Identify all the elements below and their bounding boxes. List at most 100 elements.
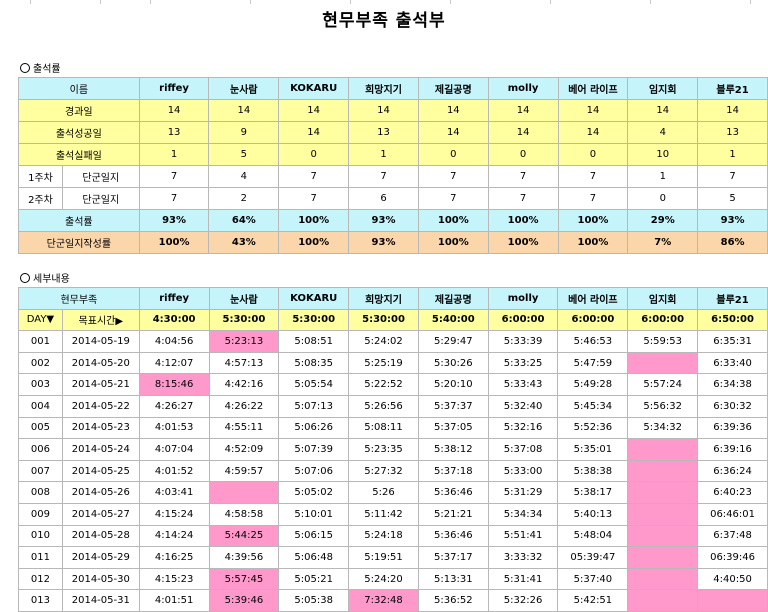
missed-time-cell	[208, 481, 280, 504]
header-name-label: 이름	[18, 77, 140, 100]
member-name-header: 블루21	[697, 77, 768, 100]
week-label: 2주차	[18, 187, 63, 210]
journal-count: 5	[697, 187, 768, 210]
time-cell: 4:15:24	[138, 502, 210, 526]
journal-count: 7	[417, 187, 489, 210]
missed-time-cell: 5:57:45	[208, 567, 280, 591]
rate-value: 93%	[697, 209, 768, 232]
detail-header-row: 현무부족 riffey 눈사람 KOKARU 희망지기 제길공명 molly 베어 라이프 임지…	[18, 287, 768, 310]
fail-value: 1	[697, 143, 768, 166]
time-cell: 5:25:19	[348, 351, 419, 375]
member-name-header: 제길공명	[417, 77, 489, 100]
time-cell: 5:24:20	[348, 567, 419, 591]
page-title: 현무부족 출석부	[322, 11, 446, 31]
elapsed-value: 14	[138, 99, 210, 122]
rate-value: 100%	[278, 209, 350, 232]
time-cell: 4:39:56	[208, 546, 280, 569]
journal-rate-value: 100%	[278, 231, 350, 254]
journal-rate-row: 단군일지작성률 100% 43% 100% 93% 100% 100% 100% 7% 86%	[18, 231, 768, 254]
success-days-row: 출석성공일 13 9 14 13 14 14 14 4 13	[18, 121, 768, 144]
success-value: 4	[627, 121, 699, 144]
time-cell: 5:35:01	[557, 438, 629, 461]
time-cell: 5:38:12	[417, 438, 489, 461]
time-cell: 5:33:00	[487, 459, 559, 483]
detail-row: 003 2014-05-21 8:15:46 4:42:16 5:05:54 5:22:5…	[18, 373, 768, 396]
time-cell: 4:58:58	[208, 502, 280, 526]
time-cell: 5:37:17	[417, 546, 489, 569]
time-cell: 6:36:24	[697, 459, 768, 483]
time-cell: 5:36:46	[417, 524, 489, 548]
member-name-header: molly	[487, 287, 559, 310]
day-number: 011	[18, 546, 63, 569]
member-name-header: 임지회	[627, 287, 699, 310]
week2-journal-row: 2주차 단군일지 7 2 7 6 7 7 7 0 5	[18, 187, 768, 210]
time-cell: 5:24:02	[348, 330, 419, 353]
detail-row: 005 2014-05-23 4:01:53 4:55:11 5:06:26 5:08:1…	[18, 416, 768, 440]
fail-label: 출석실패일	[18, 143, 140, 166]
time-cell: 4:01:52	[138, 459, 210, 483]
time-cell: 5:05:02	[278, 481, 350, 504]
time-cell: 5:37:08	[487, 438, 559, 461]
journal-rate-value: 100%	[138, 231, 210, 254]
time-cell: 5:22:52	[348, 373, 419, 396]
time-cell: 5:20:10	[417, 373, 489, 396]
journal-count: 1	[627, 165, 699, 188]
time-cell: 5:21:21	[417, 502, 489, 526]
journal-count: 7	[278, 187, 350, 210]
section-detail-label: 세부내용	[33, 274, 70, 285]
detail-row: 007 2014-05-25 4:01:52 4:59:57 5:07:06 5:27:3…	[18, 459, 768, 483]
target-time: 6:00:00	[487, 308, 559, 332]
journal-rate-value: 100%	[417, 231, 489, 254]
missed-time-cell	[627, 351, 699, 375]
date-cell: 2014-05-21	[61, 373, 140, 396]
success-value: 9	[208, 121, 280, 144]
day-number: 009	[18, 502, 63, 526]
time-cell: 5:37:40	[557, 567, 629, 591]
time-cell: 4:15:23	[138, 567, 210, 591]
rate-value: 93%	[138, 209, 210, 232]
time-cell: 6:35:31	[697, 330, 768, 353]
date-cell: 2014-05-27	[61, 502, 140, 526]
journal-rate-value: 100%	[487, 231, 559, 254]
time-cell: 4:52:09	[208, 438, 280, 461]
time-cell: 6:37:48	[697, 524, 768, 548]
fail-value: 0	[487, 143, 559, 166]
detail-row: 012 2014-05-30 4:15:23 5:57:45 5:05:21 5:24:2…	[18, 567, 768, 591]
journal-label: 단군일지	[61, 165, 140, 188]
elapsed-value: 14	[417, 99, 489, 122]
journal-count: 7	[278, 165, 350, 188]
journal-count: 7	[417, 165, 489, 188]
success-value: 14	[557, 121, 629, 144]
time-cell: 4:42:16	[208, 373, 280, 396]
success-value: 13	[138, 121, 210, 144]
circle-bullet-icon	[20, 63, 30, 73]
time-cell: 4:55:11	[208, 416, 280, 440]
time-cell: 5:37:37	[417, 394, 489, 418]
rate-value: 29%	[627, 209, 699, 232]
time-cell: 5:45:34	[557, 394, 629, 418]
rate-value: 100%	[487, 209, 559, 232]
week1-journal-row: 1주차 단군일지 7 4 7 7 7 7 7 1 7	[18, 165, 768, 188]
day-number: 005	[18, 416, 63, 440]
time-cell: 5:06:26	[278, 416, 350, 440]
time-cell: 5:40:13	[557, 502, 629, 526]
time-cell: 5:33:39	[487, 330, 559, 353]
day-number: 001	[18, 330, 63, 353]
time-cell: 5:37:18	[417, 459, 489, 483]
success-value: 14	[487, 121, 559, 144]
time-cell: 5:23:35	[348, 438, 419, 461]
elapsed-value: 14	[348, 99, 419, 122]
time-cell: 5:07:06	[278, 459, 350, 483]
time-cell: 4:16:25	[138, 546, 210, 569]
rate-value: 100%	[417, 209, 489, 232]
journal-rate-value: 86%	[697, 231, 768, 254]
elapsed-value: 14	[557, 99, 629, 122]
journal-count: 7	[138, 187, 210, 210]
fail-value: 0	[417, 143, 489, 166]
time-cell: 5:08:35	[278, 351, 350, 375]
missed-time-cell	[627, 567, 699, 591]
time-cell: 5:08:51	[278, 330, 350, 353]
time-cell: 5:33:43	[487, 373, 559, 396]
time-cell: 06:46:01	[697, 502, 768, 526]
success-label: 출석성공일	[18, 121, 140, 144]
